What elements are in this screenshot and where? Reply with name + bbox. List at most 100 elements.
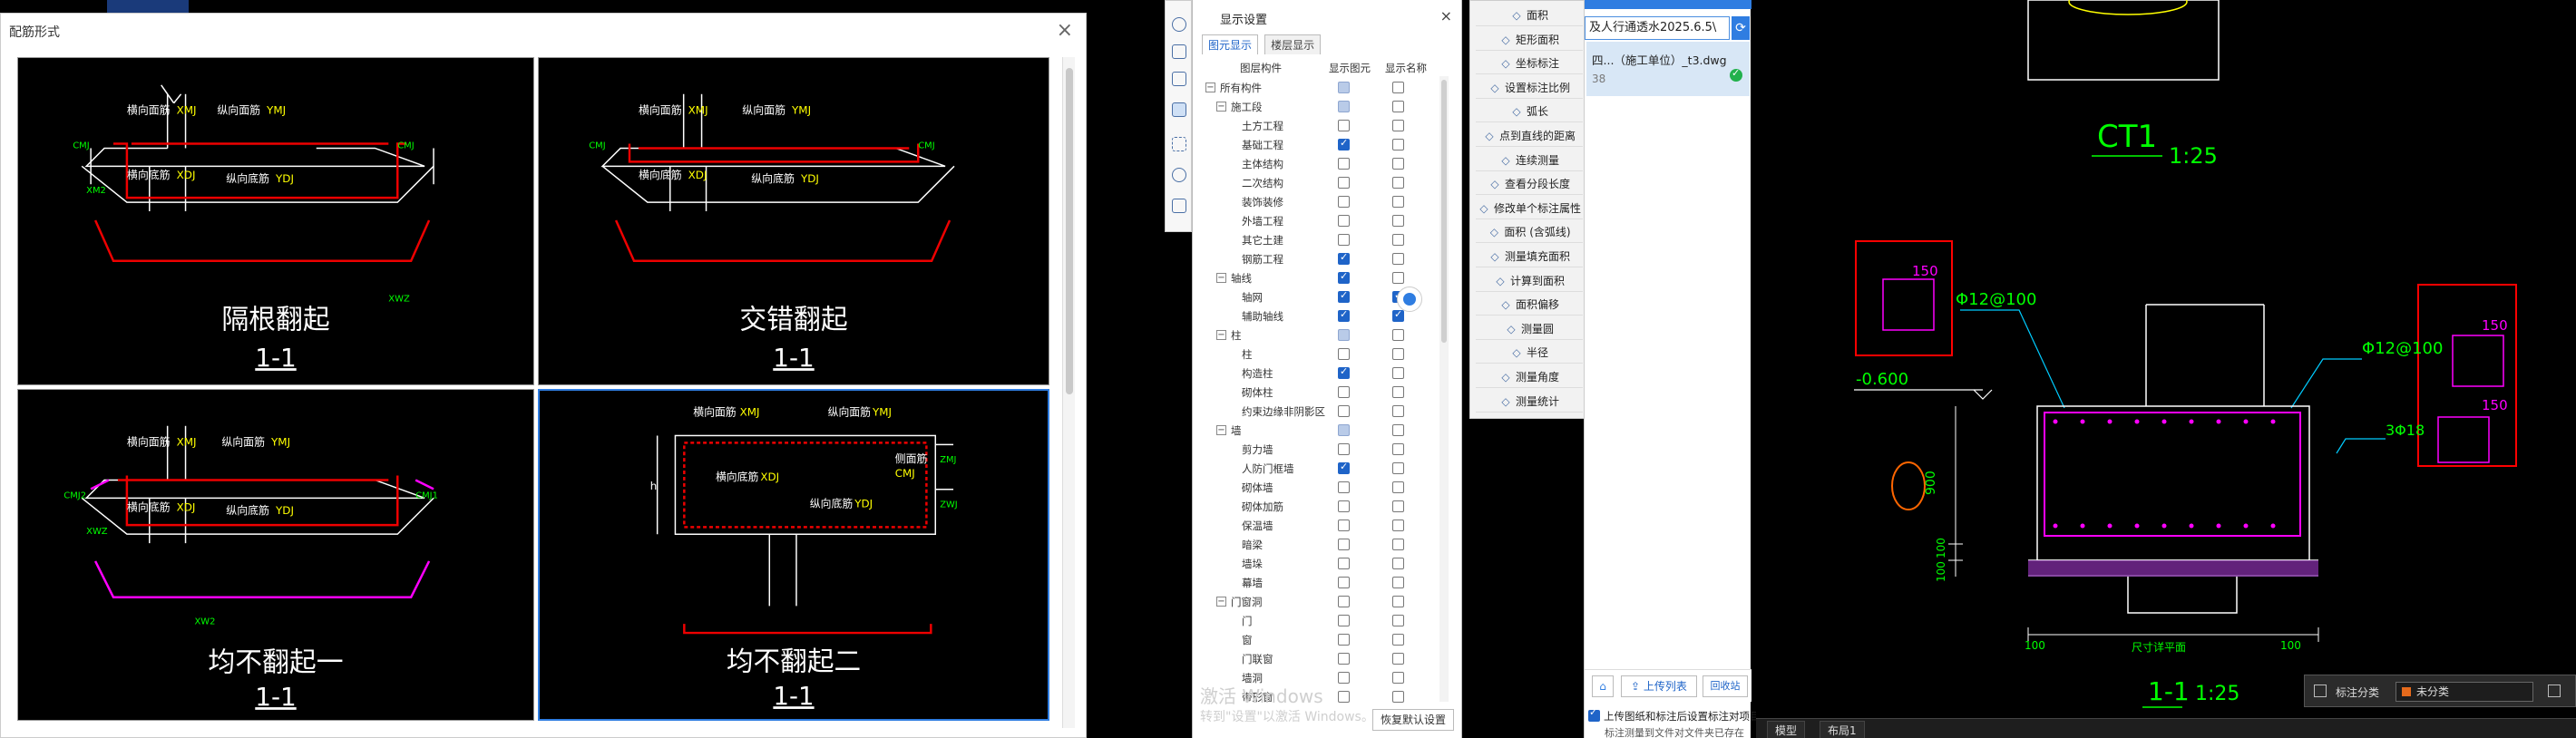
tree-row[interactable]: 砌体柱 (1202, 383, 1454, 402)
document-icon[interactable] (1172, 199, 1186, 213)
menu-item-point-line[interactable]: ◇ 点到直线的距离 (1476, 125, 1583, 147)
tree-row[interactable]: 窗 (1202, 630, 1454, 649)
show-element-checkbox[interactable] (1338, 251, 1350, 265)
rebar-option-2[interactable]: 横向面筋 纵向面筋 横向底筋 纵向底筋 XMJ YMJ XDJ YDJ CMJ … (538, 57, 1049, 385)
tree-row[interactable]: 暗梁 (1202, 535, 1454, 554)
tree-row[interactable]: 幕墙 (1202, 573, 1454, 592)
show-name-checkbox[interactable] (1392, 308, 1404, 322)
show-name-checkbox[interactable] (1392, 615, 1404, 626)
show-element-checkbox[interactable] (1338, 461, 1350, 474)
menu-item-arc[interactable]: ◇ 弧长 (1476, 101, 1583, 123)
dialog-scrollbar[interactable] (1062, 57, 1075, 728)
floating-action-button[interactable] (1397, 286, 1422, 312)
tree-row[interactable]: 墙垛 (1202, 554, 1454, 573)
tab-floor-display[interactable]: 楼层显示 (1264, 34, 1322, 54)
tree-row[interactable]: 其它土建 (1202, 230, 1454, 249)
show-element-checkbox[interactable] (1338, 329, 1350, 341)
menu-item-rect-area[interactable]: ◇ 矩形面积 (1476, 29, 1583, 51)
tree-row[interactable]: 门联窗 (1202, 649, 1454, 668)
menu-item-fill-area[interactable]: ◇ 测量填充面积 (1476, 246, 1583, 267)
show-name-checkbox[interactable] (1392, 367, 1404, 379)
show-element-checkbox[interactable] (1338, 215, 1350, 227)
menu-item-radius[interactable]: ◇ 半径 (1476, 342, 1583, 364)
show-name-checkbox[interactable] (1392, 577, 1404, 588)
menu-item-coord[interactable]: ◇ 坐标标注 (1476, 53, 1583, 75)
tree-row[interactable]: 构造柱 (1202, 364, 1454, 383)
show-name-checkbox[interactable] (1392, 101, 1404, 112)
show-name-checkbox[interactable] (1392, 424, 1404, 436)
tree-row[interactable]: − 柱 (1202, 325, 1454, 345)
tree-row[interactable]: − 门窗洞 (1202, 592, 1454, 611)
show-element-checkbox[interactable] (1338, 672, 1350, 684)
show-name-checkbox[interactable] (1392, 520, 1404, 531)
show-element-checkbox[interactable] (1338, 424, 1350, 436)
show-element-checkbox[interactable] (1338, 365, 1350, 379)
show-name-checkbox[interactable] (1392, 672, 1404, 684)
show-name-checkbox[interactable] (1392, 120, 1404, 131)
menu-item-segment[interactable]: ◇ 查看分段长度 (1476, 173, 1583, 196)
menu-item-stats[interactable]: ◇ 测量统计 (1476, 391, 1583, 413)
recycle-bin-button[interactable]: 回收站 (1703, 675, 1748, 697)
show-element-checkbox[interactable] (1338, 691, 1350, 703)
show-element-checkbox[interactable] (1338, 520, 1350, 531)
upload-list-button[interactable]: ⇪ 上传列表 (1621, 675, 1697, 697)
show-element-checkbox[interactable] (1338, 405, 1350, 417)
tree-row[interactable]: 外墙工程 (1202, 211, 1454, 230)
show-name-checkbox[interactable] (1392, 386, 1404, 398)
home-icon[interactable]: ⌂ (1592, 675, 1614, 697)
tree-row[interactable]: 约束边缘非阴影区 (1202, 402, 1454, 421)
settings-scrollbar[interactable] (1439, 76, 1449, 702)
show-element-checkbox[interactable] (1338, 158, 1350, 170)
tree-row[interactable]: 柱 (1202, 345, 1454, 364)
tree-row[interactable]: 砌体墙 (1202, 478, 1454, 497)
menu-item-calc-area[interactable]: ◇ 计算到面积 (1476, 270, 1583, 292)
show-name-checkbox[interactable] (1392, 348, 1404, 360)
show-element-checkbox[interactable] (1338, 577, 1350, 588)
show-name-checkbox[interactable] (1392, 500, 1404, 512)
tree-row[interactable]: 钢筋工程 (1202, 249, 1454, 268)
show-name-checkbox[interactable] (1392, 596, 1404, 607)
settings-close-button[interactable]: × (1440, 7, 1452, 24)
layer-icon[interactable] (1172, 102, 1186, 117)
menu-item-arc-area[interactable]: ◇ 面积 (含弧线) (1476, 221, 1583, 244)
tree-row[interactable]: − 所有构件 (1202, 78, 1454, 97)
rebar-option-3[interactable]: 横向面筋 纵向面筋 横向底筋 纵向底筋 XMJ YMJ XDJ YDJ CMJ2… (17, 389, 534, 721)
tree-toggle-icon[interactable]: − (1216, 330, 1226, 340)
show-name-checkbox[interactable] (1392, 691, 1404, 703)
show-name-checkbox[interactable] (1392, 272, 1404, 284)
tree-toggle-icon[interactable]: − (1205, 83, 1215, 92)
tree-toggle-icon[interactable]: − (1216, 102, 1226, 112)
show-name-checkbox[interactable] (1392, 158, 1404, 170)
show-name-checkbox[interactable] (1392, 443, 1404, 455)
grid-icon[interactable] (2314, 685, 2327, 697)
file-item[interactable]: 四...（施工单位）_t3.dwg 38 (1586, 42, 1750, 96)
category-select[interactable]: 未分类 (2395, 682, 2533, 702)
show-element-checkbox[interactable] (1338, 653, 1350, 665)
tree-row[interactable]: 保温墙 (1202, 516, 1454, 535)
show-name-checkbox[interactable] (1392, 634, 1404, 646)
show-name-checkbox[interactable] (1392, 177, 1404, 189)
show-element-checkbox[interactable] (1338, 177, 1350, 189)
show-element-checkbox[interactable] (1338, 443, 1350, 455)
file-path-input[interactable]: 及人行通透水2025.6.5\ (1585, 16, 1730, 40)
show-element-checkbox[interactable] (1338, 308, 1350, 322)
show-element-checkbox[interactable] (1338, 137, 1350, 151)
tree-toggle-icon[interactable]: − (1216, 273, 1226, 283)
edit-icon[interactable] (2548, 685, 2561, 697)
settings-scroll-thumb[interactable] (1441, 80, 1447, 343)
cad-canvas[interactable]: CT1 1:25 150 150 150 Φ12@100 Φ12@100 3Φ1… (1756, 0, 2576, 738)
tree-row[interactable]: 剪力墙 (1202, 440, 1454, 459)
show-element-checkbox[interactable] (1338, 120, 1350, 131)
menu-item-area[interactable]: ◇ 面积 (1476, 5, 1583, 26)
sphere-icon[interactable] (1172, 17, 1186, 32)
show-element-checkbox[interactable] (1338, 270, 1350, 284)
tab-model[interactable]: 模型 (1767, 721, 1806, 738)
show-name-checkbox[interactable] (1392, 329, 1404, 341)
menu-item-scale[interactable]: ◇ 设置标注比例 (1476, 77, 1583, 99)
show-name-checkbox[interactable] (1392, 196, 1404, 208)
dialog-close-button[interactable]: × (1057, 19, 1073, 42)
tree-row[interactable]: 砌体加筋 (1202, 497, 1454, 516)
show-element-checkbox[interactable] (1338, 101, 1350, 112)
select-icon[interactable] (1172, 137, 1186, 151)
tree-row[interactable]: 二次结构 (1202, 173, 1454, 192)
